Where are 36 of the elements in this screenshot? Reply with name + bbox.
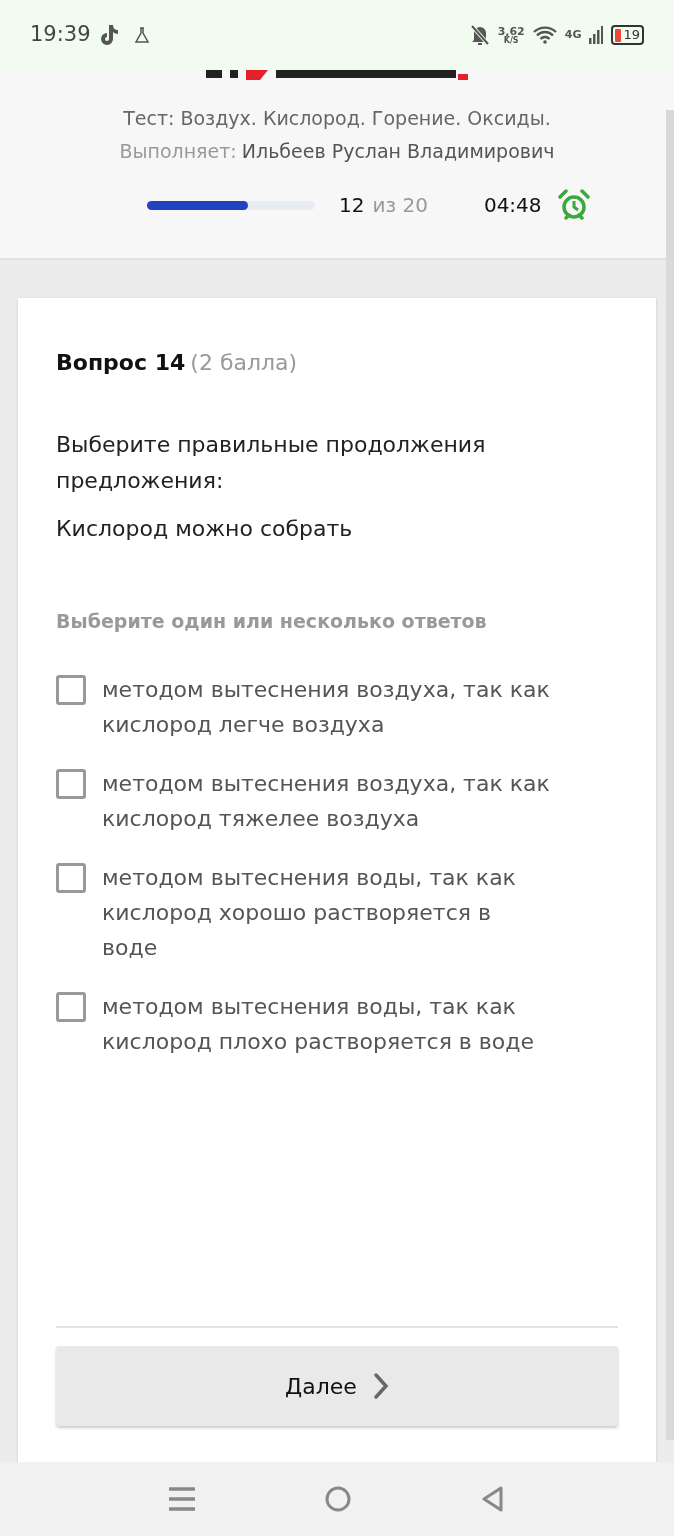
performer-label: Выполняет: <box>119 139 237 162</box>
wifi-icon <box>532 26 557 44</box>
question-total: из 20 <box>372 192 428 219</box>
back-icon[interactable] <box>481 1485 505 1513</box>
answer-option[interactable]: методом вытеснения воды, так как кислород хорошо растворяется в воде <box>102 859 552 965</box>
answer-option[interactable]: методом вытеснения воздуха, так как кислород легче воздуха <box>102 671 552 742</box>
answer-option[interactable]: методом вытеснения воды, так как кислород плохо растворяется в воде <box>102 988 552 1059</box>
flask-icon <box>134 27 149 43</box>
checkbox[interactable] <box>56 862 86 893</box>
question-number: 12 <box>339 192 365 219</box>
menu-icon[interactable] <box>169 1487 195 1511</box>
music-note-icon <box>98 24 119 46</box>
answer-hint: Выберите один или несколько ответов <box>56 609 488 634</box>
next-button[interactable]: Далее <box>56 1346 618 1426</box>
battery-icon: 19 <box>611 25 644 45</box>
network-speed-unit: K/S <box>503 36 519 45</box>
question-text: Кислород можно собрать <box>56 515 354 543</box>
signal-icon <box>589 26 604 44</box>
checkbox[interactable] <box>56 768 86 799</box>
question-points: (2 балла) <box>190 350 298 375</box>
home-icon[interactable] <box>325 1486 351 1512</box>
chevron-right-icon <box>372 1372 389 1400</box>
timer: 04:48 <box>483 192 542 219</box>
answer-option[interactable]: методом вытеснения воздуха, так как кислород тяжелее воздуха <box>102 765 552 836</box>
clock-time: 19:39 <box>30 21 91 49</box>
checkbox[interactable] <box>56 674 86 705</box>
scrollbar[interactable] <box>666 110 674 1440</box>
checkbox[interactable] <box>56 991 86 1022</box>
network-speed: 3,62 <box>497 25 525 37</box>
network-type: 4G <box>564 26 582 43</box>
alarm-clock-icon <box>557 189 590 221</box>
muted-bell-icon <box>469 24 490 46</box>
question-title: Вопрос 14 <box>56 350 186 375</box>
test-title: Тест: Воздух. Кислород. Горение. Оксиды. <box>122 106 552 131</box>
performer-name: Ильбеев Руслан Владимирович <box>241 139 555 162</box>
question-text: Выберите правильные продолжения предложения: <box>56 431 487 495</box>
